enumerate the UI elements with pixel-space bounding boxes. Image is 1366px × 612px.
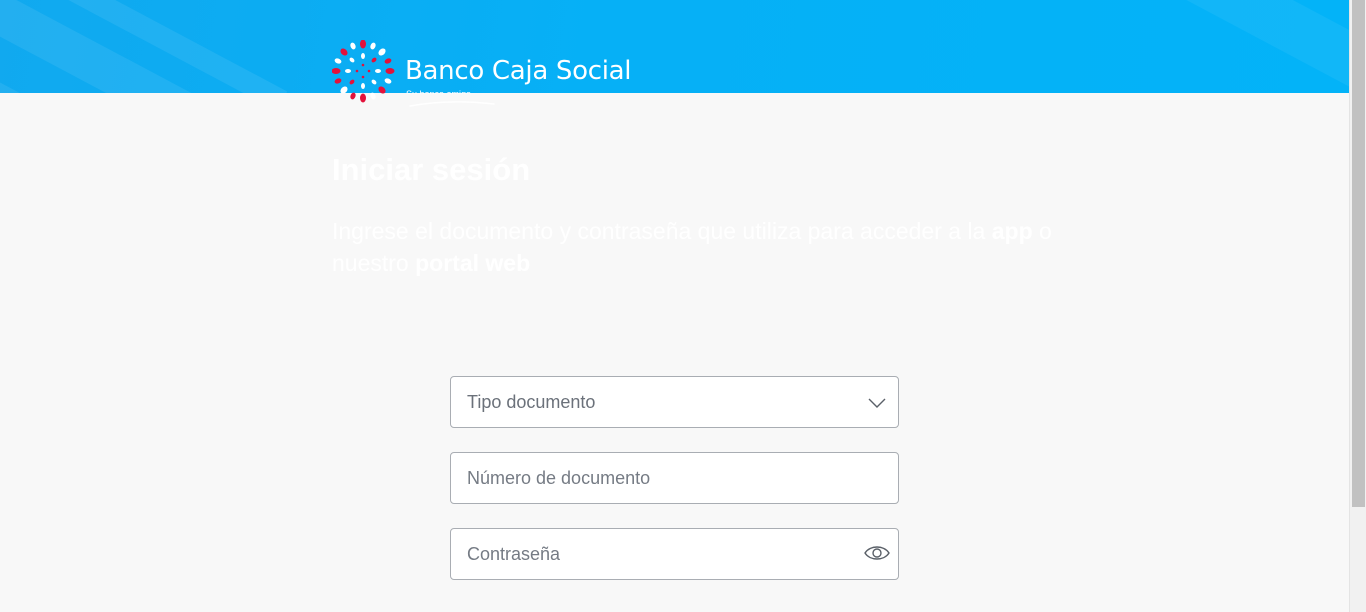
sunburst-logo-icon bbox=[332, 40, 395, 103]
vertical-scrollbar[interactable] bbox=[1349, 0, 1366, 612]
page-title: Iniciar sesión bbox=[332, 152, 531, 187]
brand-logo[interactable]: Banco Caja Social Su banco amigo bbox=[332, 40, 632, 110]
chevron-down-icon[interactable] bbox=[868, 397, 886, 409]
eye-icon[interactable] bbox=[864, 543, 890, 563]
brand-name: Banco Caja Social bbox=[405, 56, 632, 86]
login-form: Tipo documento bbox=[450, 376, 899, 604]
header-banner: Banco Caja Social Su banco amigo bbox=[0, 0, 1349, 107]
document-type-select[interactable]: Tipo documento bbox=[450, 376, 899, 428]
document-type-placeholder[interactable]: Tipo documento bbox=[451, 377, 898, 427]
brand-tagline: Su banco amigo bbox=[406, 89, 472, 94]
document-number-field-wrapper bbox=[450, 452, 899, 504]
header-decoration bbox=[0, 0, 1349, 93]
password-input[interactable] bbox=[451, 529, 898, 579]
document-number-input[interactable] bbox=[451, 453, 898, 503]
page-subtitle: Ingrese el documento y contraseña que ut… bbox=[332, 218, 1052, 276]
scrollbar-thumb[interactable] bbox=[1352, 0, 1365, 507]
swoosh-icon bbox=[409, 101, 495, 107]
password-field-wrapper bbox=[450, 528, 899, 580]
login-page: Banco Caja Social Su banco amigo Iniciar… bbox=[0, 0, 1366, 612]
